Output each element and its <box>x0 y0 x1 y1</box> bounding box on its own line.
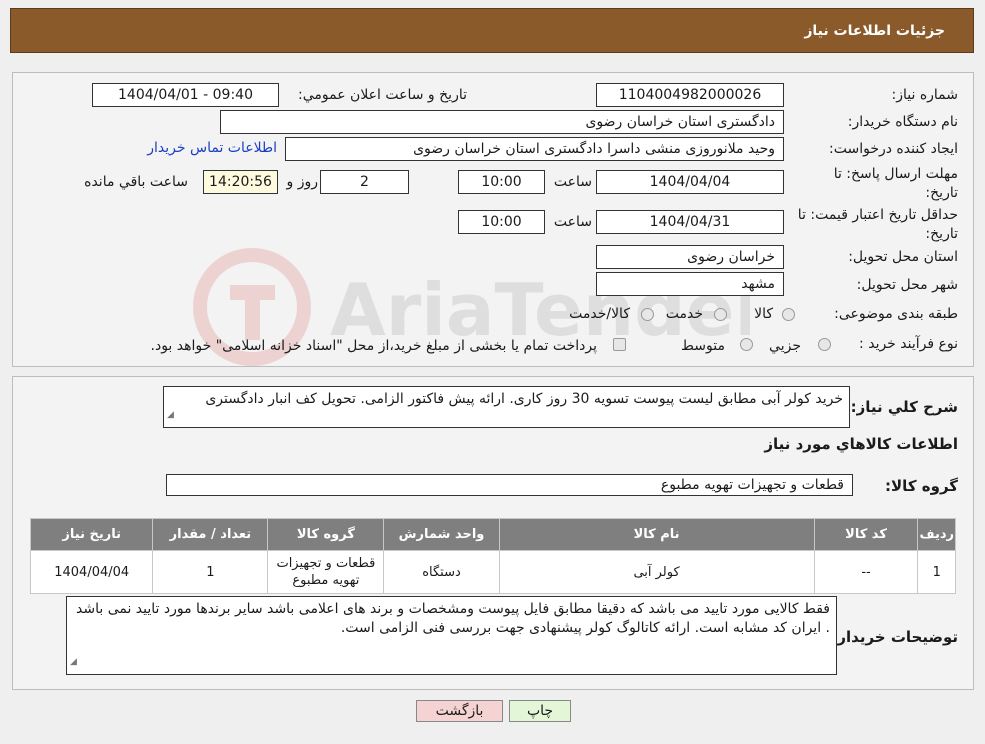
process-payment-note: پرداخت تمام یا بخشی از مبلغ خرید،از محل … <box>150 338 597 354</box>
reply-time-label: ساعت <box>553 174 592 190</box>
days-label: روز و <box>286 174 319 190</box>
process-note-checkbox[interactable] <box>613 338 626 351</box>
category-radio-service[interactable] <box>714 308 727 321</box>
goods-group-label: گروه کالا: <box>885 477 958 495</box>
reply-date-field: 1404/04/04 <box>596 170 784 194</box>
buyer-contact-link[interactable]: اطلاعات تماس خریدار <box>147 140 277 156</box>
category-label: طبقه بندی موضوعی: <box>834 306 958 322</box>
remaining-label: ساعت باقي مانده <box>84 174 188 190</box>
buyer-notes-text: فقط کالایی مورد تایید می باشد که دقیقا م… <box>76 601 830 636</box>
process-radio-medium[interactable] <box>740 338 753 351</box>
category-option-goods-service: کالا/خدمت <box>569 306 630 322</box>
province-label: استان محل تحویل: <box>848 249 958 265</box>
page-title-bar: جزئیات اطلاعات نیاز <box>10 8 974 53</box>
col-quantity: تعداد / مقدار <box>152 518 269 551</box>
process-radio-minor[interactable] <box>818 338 831 351</box>
buyer-notes-label: توضیحات خریدار: <box>831 628 958 646</box>
buyer-notes-field: فقط کالایی مورد تایید می باشد که دقیقا م… <box>66 596 837 675</box>
need-number-label: شماره نیاز: <box>891 87 959 103</box>
time-remaining-field: 14:20:56 <box>203 170 278 194</box>
announce-datetime-field: 1404/04/01 - 09:40 <box>92 83 279 107</box>
category-option-goods: کالا <box>754 306 773 322</box>
reply-deadline-label: مهلت ارسال پاسخ: تا تاریخ: <box>833 166 958 201</box>
col-goods-group: گروه کالا <box>267 518 385 551</box>
items-table-header: ردیف کد کالا نام کالا واحد شمارش گروه کا… <box>29 518 956 551</box>
general-desc-field: خرید کولر آبی مطابق لیست پیوست تسویه 30 … <box>163 386 850 428</box>
cell-item-code: -- <box>813 550 919 594</box>
general-desc-label: شرح کلي نیاز: <box>850 398 958 416</box>
general-desc-text: خرید کولر آبی مطابق لیست پیوست تسویه 30 … <box>205 391 843 407</box>
category-radio-goods[interactable] <box>782 308 795 321</box>
days-remaining-field: 2 <box>320 170 409 194</box>
process-option-medium: متوسط <box>681 338 725 354</box>
col-item-name: نام کالا <box>498 518 815 551</box>
col-row-number: ردیف <box>917 518 956 551</box>
items-table: ردیف کد کالا نام کالا واحد شمارش گروه کا… <box>29 518 956 594</box>
page-title: جزئیات اطلاعات نیاز <box>804 23 945 39</box>
cell-row-number: 1 <box>917 550 956 594</box>
goods-group-field: قطعات و تجهیزات تهویه مطبوع <box>166 474 853 496</box>
category-radio-goods-service[interactable] <box>641 308 654 321</box>
price-validity-label: حداقل تاریخ اعتبار قیمت: تا تاریخ: <box>797 207 958 242</box>
col-need-date: تاریخ نیاز <box>29 518 154 551</box>
validity-time-field: 10:00 <box>458 210 545 234</box>
city-label: شهر محل تحویل: <box>856 277 958 293</box>
items-info-heading: اطلاعات کالاهاي مورد نیاز <box>764 435 958 453</box>
cell-quantity: 1 <box>152 550 269 594</box>
announce-datetime-label: تاریخ و ساعت اعلان عمومي: <box>298 87 467 103</box>
table-row: 1 -- کولر آبی دستگاه قطعات و تجهیزات تهو… <box>29 550 956 594</box>
buyer-org-label: نام دستگاه خریدار: <box>847 114 958 130</box>
print-button[interactable]: چاپ <box>509 700 571 722</box>
cell-item-name: کولر آبی <box>498 550 815 594</box>
cell-goods-group: قطعات و تجهیزات تهویه مطبوع <box>267 550 385 594</box>
cell-need-date: 1404/04/04 <box>29 550 154 594</box>
process-option-minor: جزیي <box>769 338 801 354</box>
col-unit: واحد شمارش <box>383 518 500 551</box>
requester-field: وحید ملانوروزی منشی داسرا دادگستری استان… <box>285 137 784 161</box>
need-number-field: 1104004982000026 <box>596 83 784 107</box>
process-type-label: نوع فرآیند خرید : <box>859 336 958 352</box>
validity-time-label: ساعت <box>553 214 592 230</box>
back-button[interactable]: بازگشت <box>416 700 503 722</box>
category-option-service: خدمت <box>665 306 703 322</box>
cell-unit: دستگاه <box>383 550 500 594</box>
validity-date-field: 1404/04/31 <box>596 210 784 234</box>
resize-handle-icon[interactable]: ◢ <box>167 406 174 425</box>
city-field: مشهد <box>596 272 784 296</box>
requester-label: ایجاد کننده درخواست: <box>829 141 958 157</box>
reply-time-field: 10:00 <box>458 170 545 194</box>
buyer-org-field: دادگستری استان خراسان رضوی <box>220 110 784 134</box>
province-field: خراسان رضوی <box>596 245 784 269</box>
resize-handle-icon[interactable]: ◢ <box>70 653 77 672</box>
col-item-code: کد کالا <box>813 518 919 551</box>
